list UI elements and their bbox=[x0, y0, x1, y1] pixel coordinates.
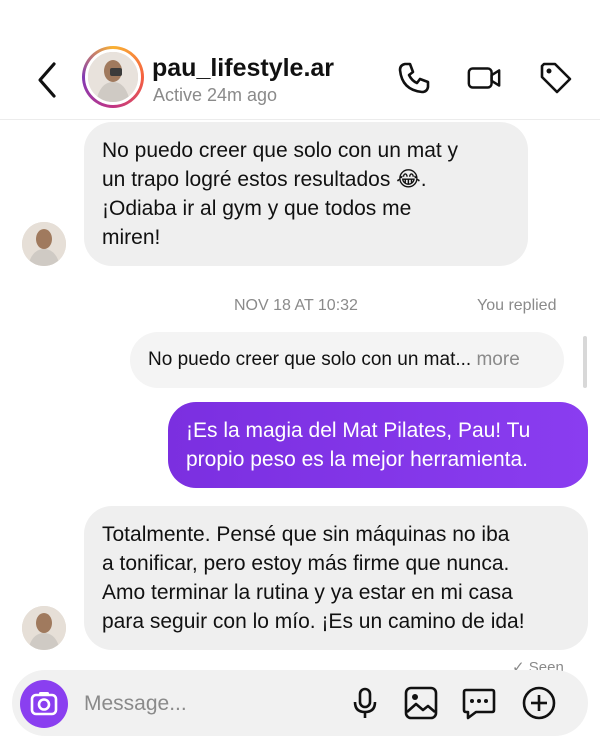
message-line: un trapo logré estos resultados 😂. bbox=[102, 168, 427, 191]
sticker-icon[interactable] bbox=[460, 684, 498, 722]
message-line: No puedo creer que solo con un mat y bbox=[102, 139, 459, 162]
message-line: a tonificar, pero estoy más firme que nu… bbox=[102, 552, 510, 575]
more-link[interactable]: more bbox=[476, 349, 519, 370]
chat-header: pau_lifestyle.ar Active 24m ago bbox=[0, 0, 600, 120]
plus-icon[interactable] bbox=[520, 684, 558, 722]
message-line: Totalmente. Pensé que sin máquinas no ib… bbox=[102, 523, 510, 546]
message-bubble-outgoing[interactable]: ¡Es la magia del Mat Pilates, Pau! Tu pr… bbox=[168, 402, 588, 488]
message-line: ¡Odiaba ir al gym y que todos me bbox=[102, 197, 412, 220]
chat-username[interactable]: pau_lifestyle.ar bbox=[152, 54, 334, 83]
reply-quote[interactable]: No puedo creer que solo con un mat... mo… bbox=[130, 332, 564, 388]
back-icon[interactable] bbox=[30, 58, 66, 102]
message-line: para seguir con lo mío. ¡Es un camino de… bbox=[102, 610, 525, 633]
message-bubble-incoming[interactable]: No puedo creer que solo con un mat y un … bbox=[84, 122, 528, 266]
message-composer: Message... bbox=[12, 670, 588, 736]
microphone-icon[interactable] bbox=[346, 684, 384, 722]
message-line: ¡Es la magia del Mat Pilates, Pau! Tu bbox=[186, 419, 531, 442]
scrollbar[interactable] bbox=[583, 336, 587, 388]
tag-icon[interactable] bbox=[538, 60, 574, 96]
avatar[interactable] bbox=[82, 46, 144, 108]
contact-avatar[interactable] bbox=[22, 222, 66, 266]
camera-icon bbox=[30, 692, 58, 716]
quote-text: No puedo creer que solo con un mat... bbox=[148, 349, 472, 370]
video-icon[interactable] bbox=[466, 60, 502, 96]
phone-icon[interactable] bbox=[396, 60, 432, 96]
message-bubble-incoming[interactable]: Totalmente. Pensé que sin máquinas no ib… bbox=[84, 506, 588, 650]
message-line: propio peso es la mejor herramienta. bbox=[186, 448, 529, 471]
message-line: Amo terminar la rutina y ya estar en mi … bbox=[102, 581, 513, 604]
message-line: miren! bbox=[102, 226, 161, 249]
camera-button[interactable] bbox=[20, 680, 68, 728]
active-status: Active 24m ago bbox=[153, 85, 278, 105]
image-icon[interactable] bbox=[402, 684, 440, 722]
message-input[interactable]: Message... bbox=[84, 692, 187, 716]
contact-avatar[interactable] bbox=[22, 606, 66, 650]
timestamp: NOV 18 AT 10:32 bbox=[234, 297, 358, 314]
you-replied-label: You replied bbox=[477, 297, 557, 314]
